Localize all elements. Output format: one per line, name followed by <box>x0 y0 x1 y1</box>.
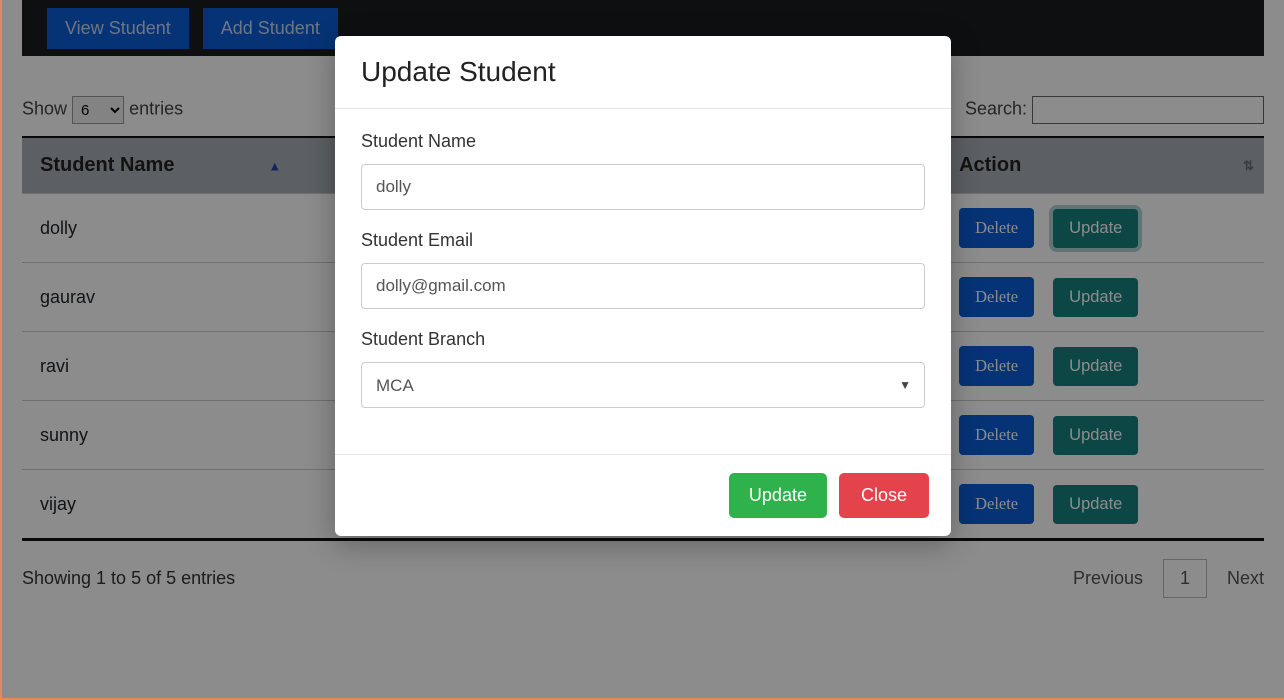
student-branch-select[interactable]: MCA <box>361 362 925 408</box>
student-branch-label: Student Branch <box>361 329 925 350</box>
modal-update-button[interactable]: Update <box>729 473 827 518</box>
modal-overlay[interactable]: Update Student Student Name Student Emai… <box>2 0 1284 698</box>
modal-close-button[interactable]: Close <box>839 473 929 518</box>
student-email-label: Student Email <box>361 230 925 251</box>
student-name-label: Student Name <box>361 131 925 152</box>
update-student-modal: Update Student Student Name Student Emai… <box>335 36 951 536</box>
student-name-input[interactable] <box>361 164 925 210</box>
student-email-input[interactable] <box>361 263 925 309</box>
modal-footer: Update Close <box>335 454 951 536</box>
modal-header: Update Student <box>335 36 951 109</box>
modal-body: Student Name Student Email Student Branc… <box>335 109 951 454</box>
modal-title: Update Student <box>361 56 925 88</box>
